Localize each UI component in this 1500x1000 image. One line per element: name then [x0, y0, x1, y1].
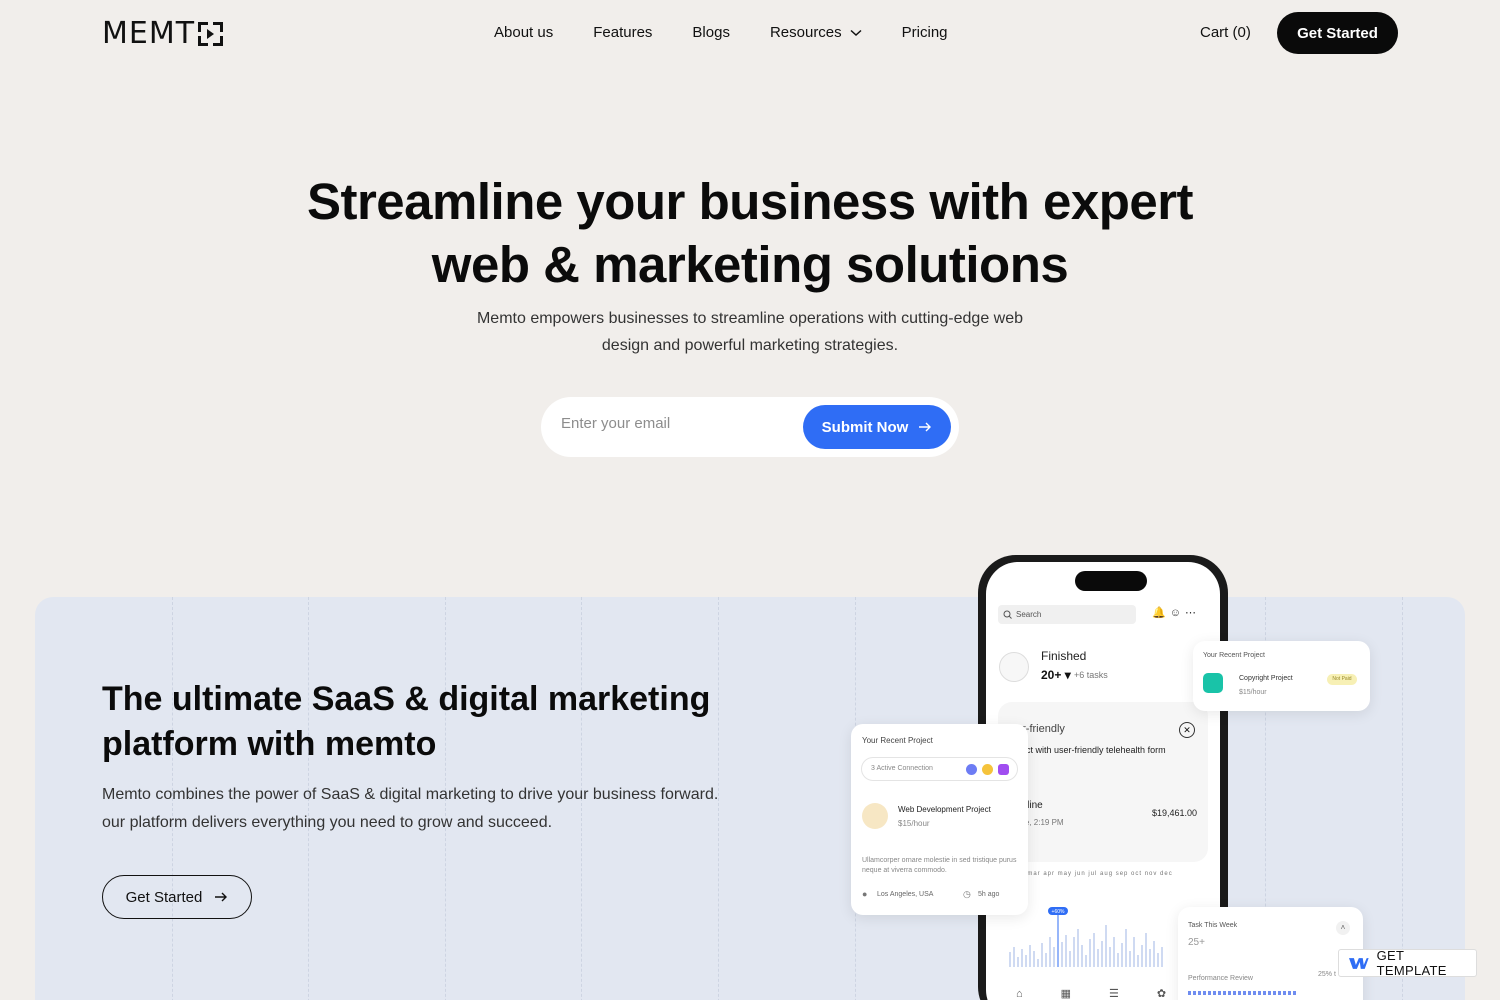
cart-link[interactable]: Cart (0): [1200, 24, 1251, 41]
phone-amount: $19,461.00: [1152, 808, 1198, 818]
nav-about-us[interactable]: About us: [494, 24, 553, 41]
avatar: [966, 764, 977, 775]
task-week-card: Task This Week ˄ 25+ Performance Review …: [1178, 907, 1363, 1000]
top-navigation: MEMT About us Features Blogs Resources P…: [0, 0, 1500, 66]
tasks-delta: +6 tasks: [1074, 670, 1108, 680]
phone-card-text: nect with user-friendly telehealth form: [1016, 745, 1166, 755]
avatar: [982, 764, 993, 775]
feature-get-started-label: Get Started: [125, 888, 203, 906]
card-left-description: Ullamcorper ornare molestie in sed trist…: [862, 857, 1017, 874]
submit-button[interactable]: Submit Now: [803, 405, 951, 449]
hero-title: Streamline your business with expert web…: [0, 170, 1500, 296]
feature-title-line-2: platform with memto: [102, 725, 437, 763]
arrow-right-icon: [215, 892, 228, 902]
phone-bar-chart: +60%: [1009, 907, 1163, 967]
chevron-down-icon: [850, 29, 862, 36]
phone-tab-bar: ⌂▦☰✿: [1016, 988, 1205, 1000]
dynamic-island: [1075, 571, 1147, 591]
feature-title: The ultimate SaaS & digital marketing pl…: [102, 677, 742, 767]
hero-subtitle-line-2: design and powerful marketing strategies…: [601, 337, 899, 354]
search-icon: [1003, 610, 1012, 619]
chevron-up-icon[interactable]: ˄: [1336, 921, 1350, 935]
card-right-rate: $15/hour: [1239, 689, 1267, 696]
logo-mark-icon: [198, 22, 224, 46]
task-week-heading: Task This Week: [1188, 922, 1238, 929]
feature-get-started-button[interactable]: Get Started: [102, 875, 252, 919]
finished-count: 20+ ▾: [1041, 668, 1071, 682]
performance-percent: 25% t: [1318, 971, 1336, 978]
phone-search-field: Search: [998, 605, 1136, 624]
email-signup-form: Submit Now: [541, 397, 959, 457]
project-logo-icon: [862, 803, 888, 829]
card-left-location: Los Angeles, USA: [877, 891, 934, 898]
nav-features[interactable]: Features: [593, 24, 652, 41]
hero-title-line-1: Streamline your business with expert: [306, 173, 1194, 230]
bell-icon: 🔔: [1152, 607, 1170, 619]
logo-text: MEMT: [102, 16, 196, 51]
connection-pill: 3 Active Connection: [861, 757, 1018, 781]
connection-label: 3 Active Connection: [871, 765, 933, 772]
avatar: [998, 764, 1009, 775]
more-icon: ⋯: [1184, 607, 1200, 619]
feature-title-line-1: The ultimate SaaS & digital marketing: [102, 680, 711, 718]
get-started-button[interactable]: Get Started: [1277, 12, 1398, 54]
hero-subtitle-line-1: Memto empowers businesses to streamline …: [476, 310, 1024, 327]
grid-line: [1402, 597, 1403, 1000]
card-right-heading: Your Recent Project: [1203, 652, 1265, 659]
phone-chart-months: ob mar apr may jun jul aug sep oct nov d…: [1016, 871, 1173, 877]
email-input[interactable]: [561, 415, 801, 432]
finished-label: Finished: [1041, 649, 1087, 663]
nav-about-us-label: About us: [494, 24, 554, 41]
arrow-right-icon: [919, 422, 932, 432]
status-badge: Not Paid: [1327, 674, 1357, 685]
card-left-heading: Your Recent Project: [862, 736, 933, 745]
nav-features-label: Features: [593, 24, 653, 41]
brand-logo[interactable]: MEMT: [102, 16, 224, 51]
performance-progress: [1188, 991, 1296, 995]
webflow-logo-icon: [1349, 958, 1369, 969]
get-template-label: GET TEMPLATE: [1376, 948, 1447, 978]
feature-description: Memto combines the power of SaaS & digit…: [102, 781, 742, 837]
nav-resources[interactable]: Resources: [770, 24, 862, 41]
project-logo-icon: [1203, 673, 1223, 693]
get-template-badge[interactable]: GET TEMPLATE: [1338, 948, 1477, 978]
main-menu: About us Features Blogs Resources Pricin…: [494, 24, 948, 41]
feature-description-line-2: our platform delivers everything you nee…: [102, 814, 553, 831]
hero-title-line-2: web & marketing solutions: [431, 236, 1069, 293]
phone-search-placeholder: Search: [1016, 610, 1042, 619]
submit-button-label: Submit Now: [821, 418, 909, 436]
feature-description-line-1: Memto combines the power of SaaS & digit…: [102, 786, 719, 803]
nav-blogs-label: Blogs: [692, 24, 730, 41]
phone-chart-highlight: +60%: [1052, 909, 1065, 915]
finished-count-value: 20+: [1041, 668, 1062, 682]
hero-subtitle: Memto empowers businesses to streamline …: [450, 305, 1050, 359]
close-icon: ✕: [1179, 722, 1195, 738]
phone-header-icons: 🔔☺⋯: [1152, 606, 1200, 619]
task-week-count: 25+: [1188, 937, 1205, 948]
nav-resources-label: Resources: [769, 24, 842, 41]
recent-project-card-left: Your Recent Project 3 Active Connection …: [851, 724, 1028, 915]
recent-project-card-right: Your Recent Project Copyright Project $1…: [1193, 641, 1370, 711]
card-left-project-name: Web Development Project: [898, 805, 991, 814]
location-pin-icon: ●: [862, 889, 868, 899]
nav-pricing[interactable]: Pricing: [902, 24, 948, 41]
card-left-time: 5h ago: [978, 891, 1000, 898]
user-icon: ☺: [1169, 607, 1185, 619]
nav-blogs[interactable]: Blogs: [692, 24, 730, 41]
finished-icon: [999, 652, 1029, 682]
nav-pricing-label: Pricing: [901, 24, 948, 41]
card-right-project-name: Copyright Project: [1239, 675, 1293, 682]
performance-review-label: Performance Review: [1188, 975, 1253, 982]
clock-icon: ◷: [963, 889, 971, 899]
card-left-rate: $15/hour: [898, 819, 930, 828]
